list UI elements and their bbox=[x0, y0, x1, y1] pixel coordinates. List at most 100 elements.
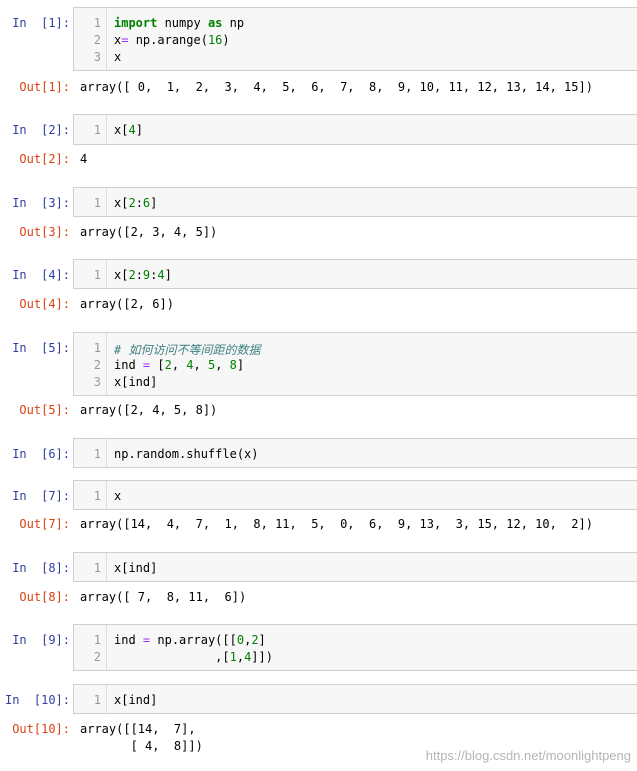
line-number: 1 bbox=[93, 693, 101, 707]
line-number: 1 bbox=[93, 341, 101, 355]
output-text-10: [ 4, 8]]) bbox=[80, 739, 203, 753]
code-token-num: 1 bbox=[229, 650, 237, 664]
output-text-2: 4 bbox=[80, 152, 88, 166]
code-token: ]]) bbox=[251, 650, 273, 664]
code-line: x[ind] bbox=[114, 561, 157, 575]
line-number-gutter: 1 bbox=[74, 439, 107, 467]
code-token: ] bbox=[236, 358, 245, 372]
code-token: np.array([[ bbox=[150, 633, 237, 647]
code-cell-6[interactable]: 1 np.random.shuffle(x) bbox=[73, 438, 637, 468]
code-token: ] bbox=[150, 196, 158, 210]
code-token-cm: # 如何访问不等间距的数据 bbox=[114, 343, 261, 357]
code-cell-2[interactable]: 1 x[4] bbox=[73, 114, 637, 145]
line-number-gutter: 1 2 3 bbox=[74, 8, 107, 70]
code-token: x[ bbox=[114, 268, 129, 282]
code-token: np.arange( bbox=[128, 33, 208, 47]
output-text-10: array([[14, 7], bbox=[80, 722, 196, 736]
code-cell-8[interactable]: 1 x[ind] bbox=[73, 552, 637, 582]
code-cell-9[interactable]: 1 2 ind = np.array([[0,2] ,[1,4]]) bbox=[73, 624, 637, 671]
code-token-num: 2 bbox=[128, 196, 136, 210]
output-text-7: array([14, 4, 7, 1, 8, 11, 5, 0, 6, 9, 1… bbox=[80, 517, 593, 531]
code-cell-5[interactable]: 1 2 3 # 如何访问不等间距的数据 ind = [2, 4, 5, 8] x[ind] bbox=[73, 332, 637, 396]
code-cell-7[interactable]: 1x bbox=[73, 480, 637, 510]
code-token: [ bbox=[150, 358, 165, 372]
code-line: import numpy as np bbox=[114, 16, 244, 30]
line-number-gutter: 1 bbox=[74, 553, 107, 581]
in-prompt-4: In [4]: bbox=[12, 268, 70, 282]
line-number-gutter: 1 2 3 bbox=[74, 333, 107, 395]
code-token-num: 8 bbox=[229, 358, 237, 372]
code-token: ] bbox=[164, 268, 172, 282]
line-number: 1 bbox=[93, 447, 101, 461]
code-token: , bbox=[171, 358, 187, 372]
line-number: 2 bbox=[93, 33, 101, 47]
code-line: x[4] bbox=[114, 123, 143, 137]
code-token: np bbox=[222, 16, 245, 30]
code-line: # 如何访问不等间距的数据 bbox=[114, 341, 260, 358]
code-token: ) bbox=[222, 33, 230, 47]
code-cell-1[interactable]: 1 2 3 import numpy as np x= np.arange(16) x bbox=[73, 7, 637, 71]
in-prompt-5: In [5]: bbox=[12, 341, 70, 355]
code-token-num: 0 bbox=[236, 633, 245, 647]
line-number: 1 bbox=[93, 633, 101, 647]
out-prompt-8: Out[8]: bbox=[19, 590, 70, 604]
line-number: 2 bbox=[93, 358, 101, 372]
code-cell-4[interactable]: 1 x[2:9:4] bbox=[73, 259, 637, 289]
out-prompt-1: Out[1]: bbox=[19, 80, 70, 94]
out-prompt-2: Out[2]: bbox=[19, 152, 70, 166]
code-line: np.random.shuffle(x) bbox=[114, 447, 259, 461]
code-token: x bbox=[114, 50, 122, 64]
code-token: , bbox=[236, 650, 245, 664]
code-token-num: 2 bbox=[164, 358, 172, 372]
code-line: ind = [2, 4, 5, 8] bbox=[114, 358, 244, 372]
line-number-gutter: 1 bbox=[74, 260, 107, 288]
code-line: ,[1,4]]) bbox=[114, 650, 273, 664]
code-token: , bbox=[215, 358, 230, 372]
in-prompt-10: In [10]: bbox=[4, 693, 70, 707]
code-token: ] bbox=[258, 633, 266, 647]
line-number: 1 bbox=[93, 268, 101, 282]
line-number-gutter: 12 bbox=[74, 625, 107, 670]
code-token: x[ind] bbox=[114, 693, 158, 707]
code-cell-10[interactable]: 1 x[ind] bbox=[73, 684, 637, 714]
line-number: 1 bbox=[93, 561, 101, 575]
out-prompt-7: Out[7]: bbox=[19, 517, 70, 531]
line-number-gutter: 1 bbox=[74, 481, 107, 509]
line-number-gutter: 1 bbox=[74, 188, 107, 216]
code-token-num: 4 bbox=[186, 358, 194, 372]
in-prompt-2: In [2]: bbox=[12, 123, 70, 137]
output-text-8: array([ 7, 8, 11, 6]) bbox=[80, 590, 247, 604]
code-line: x bbox=[114, 50, 121, 64]
line-number-gutter: 1 bbox=[74, 685, 107, 713]
line-number: 3 bbox=[93, 50, 101, 64]
code-line: x[ind] bbox=[114, 693, 157, 707]
code-token: x[ind] bbox=[114, 375, 158, 389]
code-token-num: 4 bbox=[128, 123, 136, 137]
watermark: https://blog.csdn.net/moonlightpeng bbox=[425, 748, 631, 763]
code-token: numpy bbox=[157, 16, 208, 30]
code-token: x bbox=[114, 489, 122, 503]
line-number: 1 bbox=[93, 196, 101, 210]
code-cell-3[interactable]: 1 x[2:6] bbox=[73, 187, 637, 217]
code-token: x[ bbox=[114, 123, 129, 137]
code-token-num: 4 bbox=[157, 268, 165, 282]
out-prompt-5: Out[5]: bbox=[19, 403, 70, 417]
output-text-5: array([2, 4, 5, 8]) bbox=[80, 403, 218, 417]
line-number: 3 bbox=[93, 375, 101, 389]
output-text-4: array([2, 6]) bbox=[80, 297, 174, 311]
out-prompt-4: Out[4]: bbox=[19, 297, 70, 311]
code-token: ind bbox=[114, 358, 143, 372]
code-token: : bbox=[135, 196, 143, 210]
code-token-num: 16 bbox=[207, 33, 223, 47]
out-prompt-3: Out[3]: bbox=[19, 225, 70, 239]
out-prompt-10: Out[10]: bbox=[12, 722, 70, 736]
code-token: ] bbox=[135, 123, 143, 137]
code-line: ind = np.array([[0,2] bbox=[114, 633, 266, 647]
output-text-1: array([ 0, 1, 2, 3, 4, 5, 6, 7, 8, 9, 10… bbox=[80, 80, 593, 94]
code-token-kw: as bbox=[207, 16, 223, 30]
line-number: 1 bbox=[93, 489, 101, 503]
line-number-gutter: 1 bbox=[74, 115, 107, 144]
line-number: 2 bbox=[93, 650, 101, 664]
in-prompt-9: In [9]: bbox=[12, 633, 70, 647]
code-token: , bbox=[193, 358, 208, 372]
